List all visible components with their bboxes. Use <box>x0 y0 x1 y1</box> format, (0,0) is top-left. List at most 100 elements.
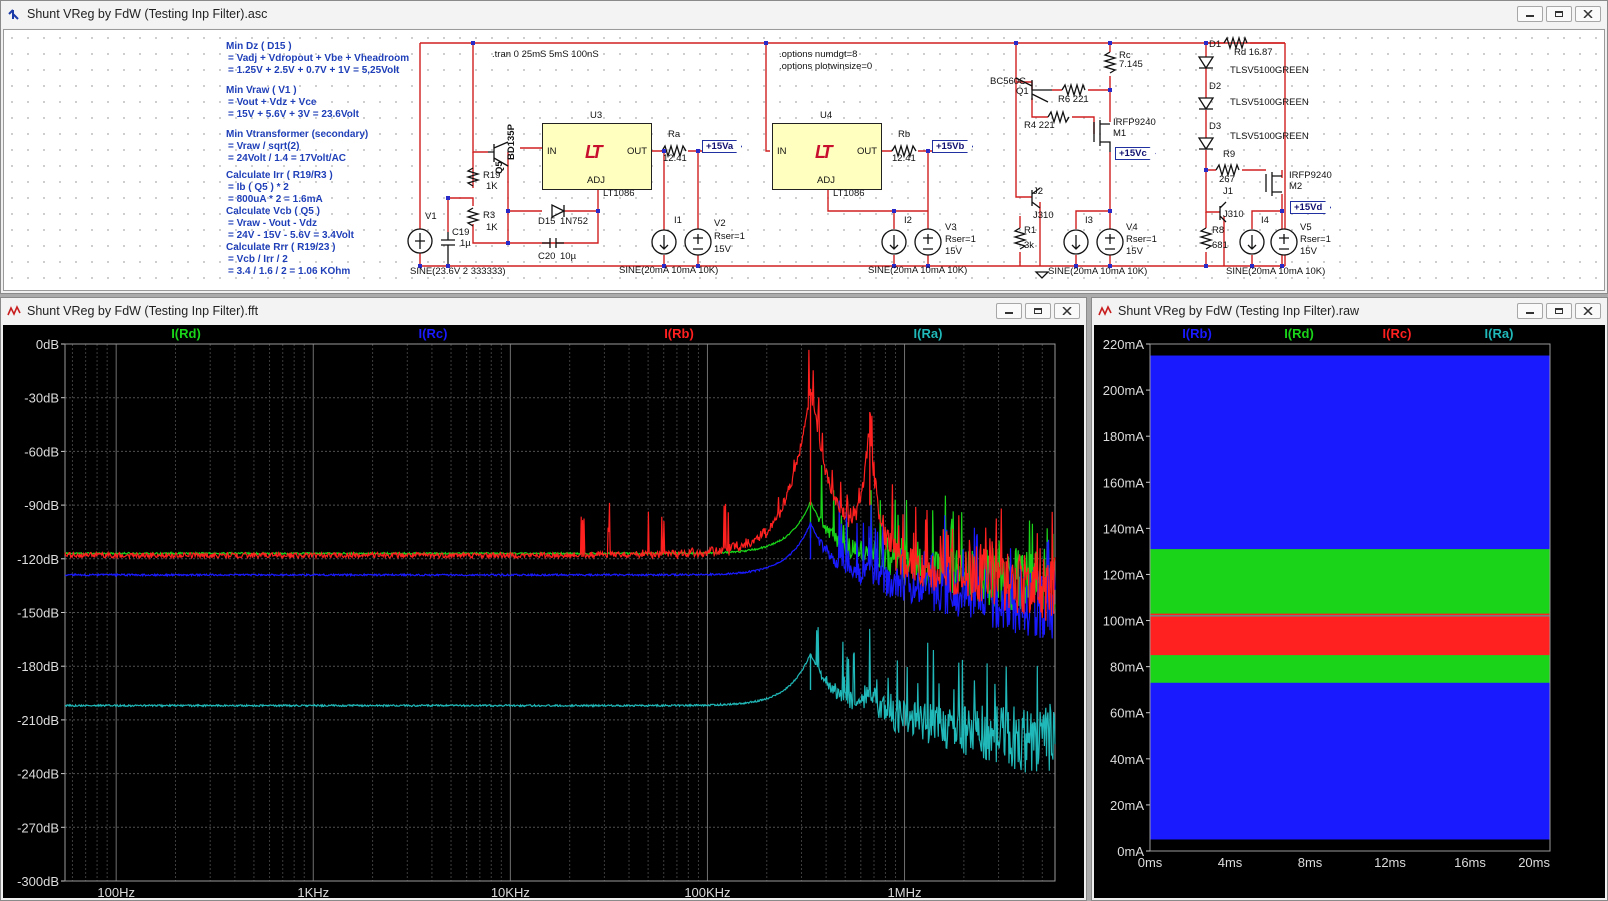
minimize-button[interactable] <box>1517 303 1543 319</box>
source-value-s2[interactable]: SINE(20mA 10mA 10K) <box>619 265 718 276</box>
component-label-V3v[interactable]: 15V <box>945 246 962 257</box>
component-label-R3[interactable]: R3 <box>483 210 495 221</box>
component-label-V3r[interactable]: Rser=1 <box>945 234 976 245</box>
component-label-J1p[interactable]: J310 <box>1223 209 1244 220</box>
component-label-D2[interactable]: D2 <box>1209 81 1221 92</box>
component-label-D2p[interactable]: TLSV5100GREEN <box>1230 97 1309 108</box>
regulator-u3[interactable]: IN OUT ADJ LT <box>542 123 652 190</box>
component-label-J2p[interactable]: J310 <box>1033 210 1054 221</box>
component-label-R1v[interactable]: 3k <box>1024 240 1034 251</box>
component-label-D1p[interactable]: TLSV5100GREEN <box>1230 65 1309 76</box>
component-label-V5[interactable]: V5 <box>1300 222 1312 233</box>
fft-plot-area[interactable]: 0dB -30dB -60dB -90dB -120dB -150dB -180dB -210… <box>3 325 1084 898</box>
comment-n3[interactable]: = 1.25V + 2.5V + 0.7V + 1V = 5,25Volt <box>228 65 399 77</box>
component-label-I2[interactable]: I2 <box>904 215 912 226</box>
comment-n15[interactable]: = 24V - 15V - 5.6V = 3.4Volt <box>228 230 354 242</box>
schematic-titlebar[interactable]: Shunt VReg by FdW (Testing Inp Filter).a… <box>1 1 1607 28</box>
component-label-Rav[interactable]: 12.41 <box>663 153 687 164</box>
component-label-R4[interactable]: R4 221 <box>1024 120 1055 131</box>
comment-n8[interactable]: = Vraw / sqrt(2) <box>228 141 299 153</box>
component-label-Rb[interactable]: Rb <box>898 129 910 140</box>
component-label-V1[interactable]: V1 <box>425 211 437 222</box>
comment-n11[interactable]: = Ib ( Q5 ) * 2 <box>228 182 289 194</box>
comment-n9[interactable]: = 24Volt / 1.4 = 17Volt/AC <box>228 153 346 165</box>
raw-plot-area[interactable]: 0mA 20mA 40mA 60mA 80mA 100mA 120mA 140mA 160mA 1… <box>1094 325 1605 898</box>
spice-directive-d1[interactable]: .tran 0 25mS 5mS 100nS <box>492 49 599 60</box>
component-label-U3p[interactable]: LT1086 <box>603 188 635 199</box>
raw-window[interactable]: Shunt VReg by FdW (Testing Inp Filter).r… <box>1091 297 1608 901</box>
schematic-canvas[interactable]: IN OUT ADJ LT IN OUT ADJ LT BD135P Q5 Mi… <box>3 29 1605 291</box>
component-label-M1p[interactable]: IRFP9240 <box>1113 117 1156 128</box>
comment-n17[interactable]: = Vcb / Irr / 2 <box>228 254 288 266</box>
source-value-s3[interactable]: SINE(20mA 10mA 10K) <box>868 265 967 276</box>
restore-button[interactable] <box>1546 6 1572 22</box>
component-label-Rd[interactable]: Rd 16.87 <box>1234 47 1273 58</box>
component-label-M1[interactable]: M1 <box>1113 128 1126 139</box>
component-label-Q1n[interactable]: Q1 <box>1016 86 1029 97</box>
component-label-C19[interactable]: C19 <box>452 227 469 238</box>
raw-titlebar[interactable]: Shunt VReg by FdW (Testing Inp Filter).r… <box>1092 298 1607 325</box>
component-label-R19[interactable]: R19 <box>483 170 500 181</box>
comment-n18[interactable]: = 3.4 / 1.6 / 2 = 1.06 KOhm <box>228 266 350 278</box>
comment-n1[interactable]: Min Dz ( D15 ) <box>226 41 292 53</box>
component-label-R9[interactable]: R9 <box>1223 149 1235 160</box>
close-button[interactable] <box>1575 6 1601 22</box>
regulator-u4[interactable]: IN OUT ADJ LT <box>772 123 882 190</box>
fft-window[interactable]: Shunt VReg by FdW (Testing Inp Filter).f… <box>0 297 1087 901</box>
comment-n2[interactable]: = Vadj + Vdropout + Vbe + Vheadroom <box>228 53 409 65</box>
component-label-R6[interactable]: R6 221 <box>1058 94 1089 105</box>
net-label-f4[interactable]: +15Vd <box>1290 201 1332 214</box>
source-value-s5[interactable]: SINE(20mA 10mA 10K) <box>1226 266 1325 277</box>
restore-button[interactable] <box>1546 303 1572 319</box>
component-label-D1[interactable]: D1 <box>1209 39 1221 50</box>
spice-directive-d2[interactable]: .options numdgt=8 <box>779 49 857 60</box>
component-label-C19v[interactable]: 1µ <box>460 238 471 249</box>
source-value-s4[interactable]: SINE(20mA 10mA 10K) <box>1048 266 1147 277</box>
component-label-Rbv[interactable]: 12.41 <box>892 153 916 164</box>
component-label-I4[interactable]: I4 <box>1261 215 1269 226</box>
component-label-R1[interactable]: R1 <box>1024 225 1036 236</box>
component-label-C20[interactable]: C20 <box>538 251 555 262</box>
component-label-C20v[interactable]: 10µ <box>560 251 576 262</box>
component-label-J2[interactable]: J2 <box>1033 186 1043 197</box>
component-label-R8v[interactable]: 681 <box>1212 240 1228 251</box>
raw-chart[interactable]: 0mA20mA40mA60mA80mA100mA120mA140mA160mA1… <box>1094 325 1605 898</box>
minimize-button[interactable] <box>1517 6 1543 22</box>
component-label-R3v[interactable]: 1K <box>486 222 498 233</box>
close-button[interactable] <box>1054 303 1080 319</box>
restore-button[interactable] <box>1025 303 1051 319</box>
component-label-D3p[interactable]: TLSV5100GREEN <box>1230 131 1309 142</box>
comment-n16[interactable]: Calculate Rrr ( R19/23 ) <box>226 242 336 254</box>
component-label-J1[interactable]: J1 <box>1223 186 1233 197</box>
component-label-V3[interactable]: V3 <box>945 222 957 233</box>
component-label-D3[interactable]: D3 <box>1209 121 1221 132</box>
comment-n10[interactable]: Calculate Irr ( R19/R3 ) <box>226 170 333 182</box>
spice-directive-d3[interactable]: .options plotwinsize=0 <box>779 61 872 72</box>
component-label-D15v[interactable]: 1N752 <box>560 216 588 227</box>
minimize-button[interactable] <box>996 303 1022 319</box>
component-label-V2r[interactable]: Rser=1 <box>714 231 745 242</box>
component-label-V4v[interactable]: 15V <box>1126 246 1143 257</box>
close-button[interactable] <box>1575 303 1601 319</box>
component-label-D15[interactable]: D15 <box>538 216 555 227</box>
component-label-R19v[interactable]: 1K <box>486 181 498 192</box>
net-label-f2[interactable]: +15Vb <box>932 140 974 153</box>
component-label-Rcv[interactable]: 7.145 <box>1119 59 1143 70</box>
component-label-V5r[interactable]: Rser=1 <box>1300 234 1331 245</box>
component-label-V5v[interactable]: 15V <box>1300 246 1317 257</box>
comment-n6[interactable]: = 15V + 5.6V + 3V = 23.6Volt <box>228 109 359 121</box>
net-label-f3[interactable]: +15Vc <box>1115 147 1156 160</box>
schematic-window[interactable]: Shunt VReg by FdW (Testing Inp Filter).a… <box>0 0 1608 294</box>
component-label-R8[interactable]: R8 <box>1212 225 1224 236</box>
component-label-U4p[interactable]: LT1086 <box>833 188 865 199</box>
component-label-I1[interactable]: I1 <box>674 215 682 226</box>
fft-chart[interactable]: 0dB -30dB -60dB -90dB -120dB -150dB -180dB -210… <box>3 325 1084 898</box>
component-label-M2[interactable]: M2 <box>1289 181 1302 192</box>
comment-n7[interactable]: Min Vtransformer (secondary) <box>226 129 368 141</box>
component-label-V4r[interactable]: Rser=1 <box>1126 234 1157 245</box>
component-label-R9v[interactable]: 267 <box>1219 174 1235 185</box>
component-label-M2p[interactable]: IRFP9240 <box>1289 170 1332 181</box>
comment-n14[interactable]: = Vraw - Vout - Vdz <box>228 218 317 230</box>
comment-n13[interactable]: Calculate Vcb ( Q5 ) <box>226 206 320 218</box>
component-label-V2v[interactable]: 15V <box>714 244 731 255</box>
